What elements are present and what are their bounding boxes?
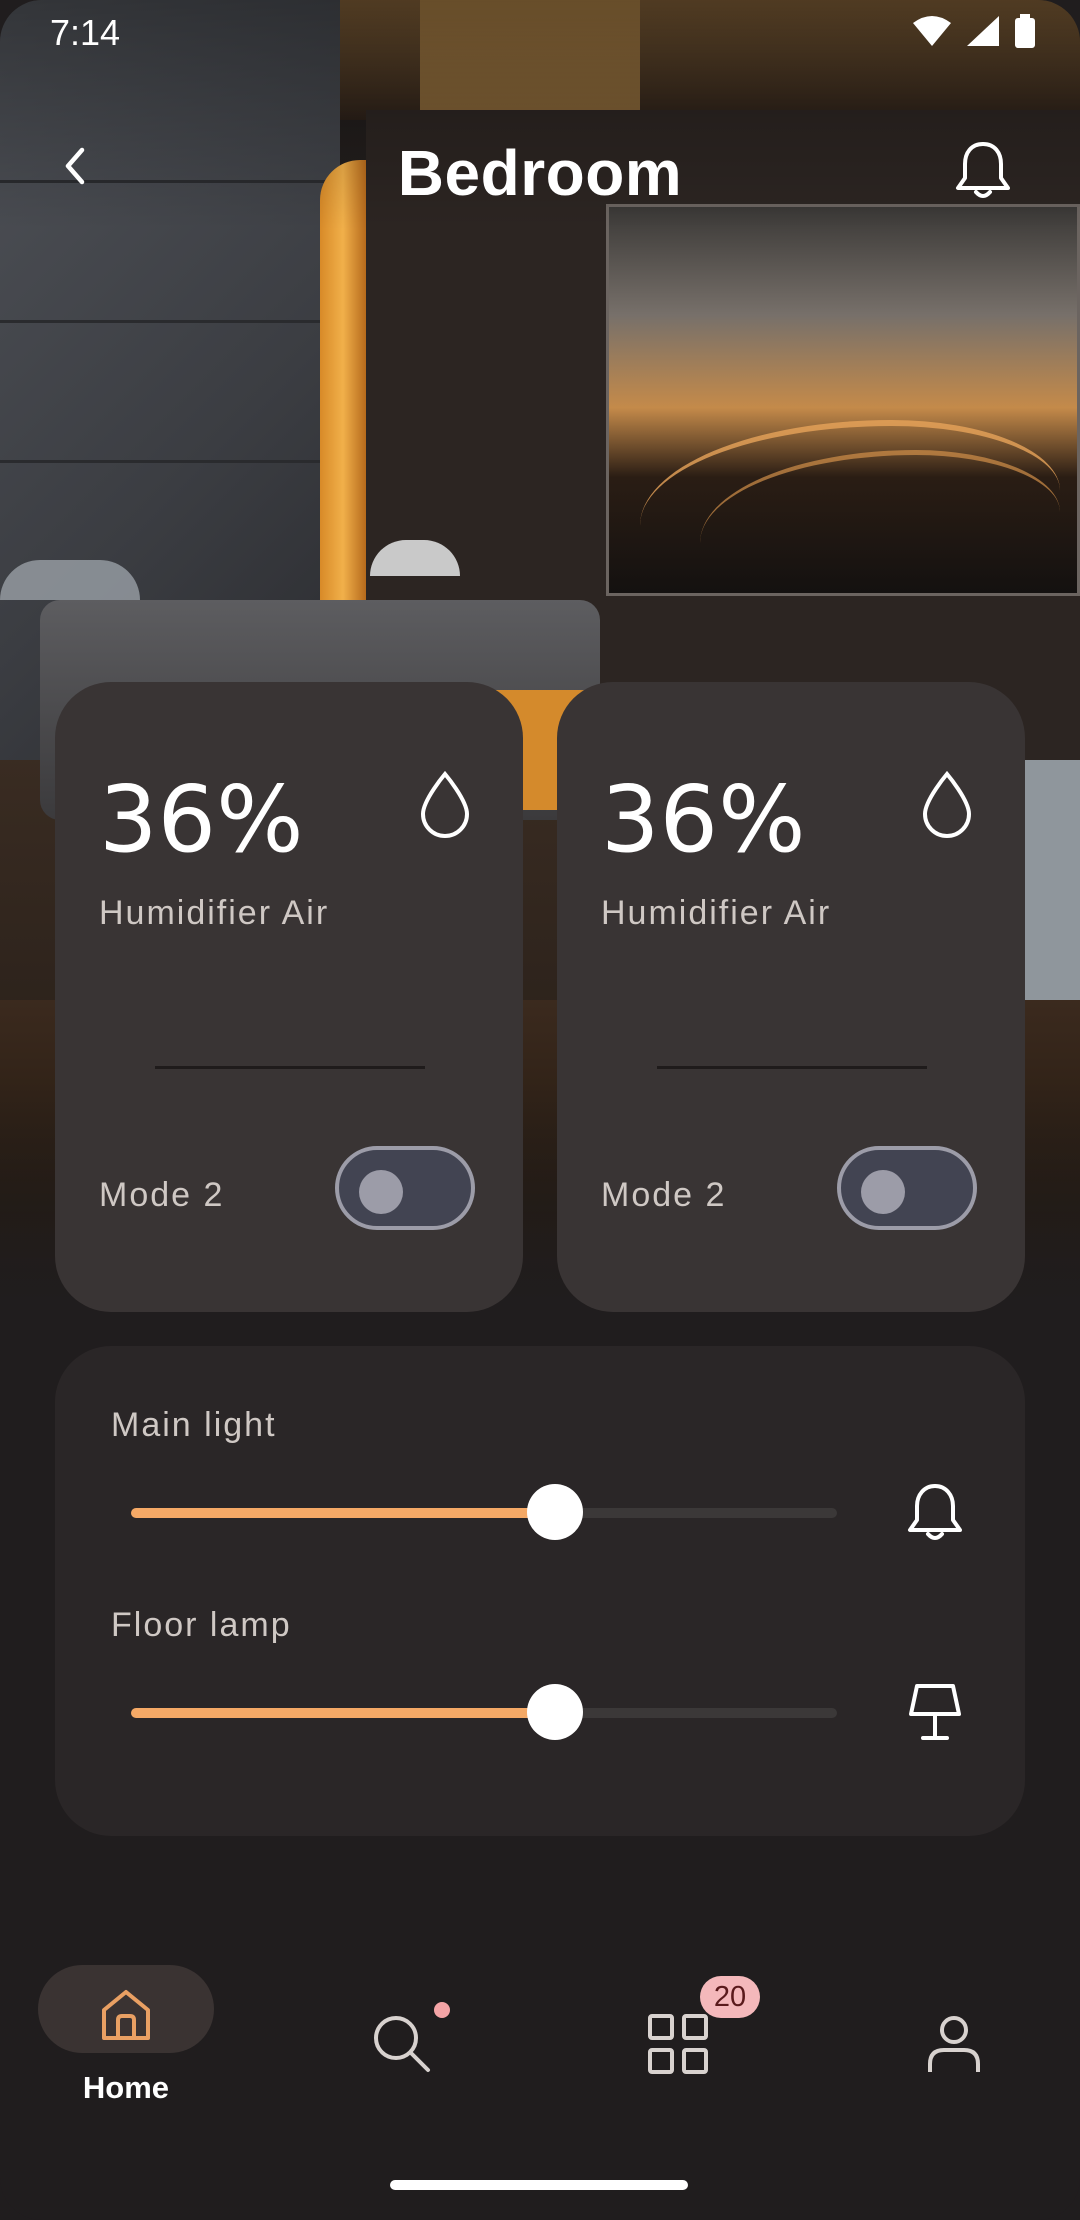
main-light-slider[interactable]	[131, 1484, 837, 1540]
humidifier-card[interactable]: 36% Humidifier Air Mode 2	[55, 682, 523, 1312]
wall-panel-line	[0, 460, 340, 463]
floor-lamp-slider[interactable]	[131, 1684, 837, 1740]
cell-signal-icon	[967, 16, 999, 46]
mode-label: Mode 2	[601, 1176, 727, 1214]
gesture-bar[interactable]	[390, 2180, 688, 2190]
bottom-nav: Home 20	[0, 1956, 1080, 2116]
wall-panel-line	[0, 320, 340, 323]
floor-lamp-label: Floor lamp	[111, 1606, 292, 1644]
count-badge: 20	[700, 1976, 760, 2018]
slider-thumb[interactable]	[526, 1484, 583, 1540]
battery-icon	[1015, 14, 1035, 48]
droplet-icon	[922, 770, 972, 838]
mode-toggle[interactable]	[335, 1146, 475, 1230]
slider-fill	[131, 1508, 555, 1518]
desk-lamp	[0, 560, 140, 600]
grid-icon[interactable]	[646, 2012, 710, 2076]
mode-label: Mode 2	[99, 1176, 225, 1214]
toggle-knob	[359, 1170, 403, 1214]
home-icon[interactable]	[96, 1984, 156, 2044]
divider	[155, 1066, 425, 1069]
divider	[657, 1066, 927, 1069]
bell-icon[interactable]	[952, 138, 1014, 202]
humidity-value: 36%	[601, 766, 806, 873]
nav-label-home[interactable]: Home	[38, 2070, 214, 2106]
humidifier-card[interactable]: 36% Humidifier Air Mode 2	[557, 682, 1025, 1312]
toggle-knob	[861, 1170, 905, 1214]
main-light-label: Main light	[111, 1406, 277, 1444]
status-bar: 7:14	[0, 0, 1080, 66]
profile-icon[interactable]	[922, 2012, 986, 2076]
wifi-icon	[913, 16, 951, 46]
mode-toggle[interactable]	[837, 1146, 977, 1230]
slider-fill	[131, 1708, 555, 1718]
page-title: Bedroom	[397, 137, 683, 209]
lights-panel: Main light Floor lamp	[55, 1346, 1025, 1836]
slider-thumb[interactable]	[526, 1684, 583, 1740]
status-icons	[912, 14, 1036, 48]
notification-dot	[434, 2002, 450, 2018]
droplet-icon	[420, 770, 470, 838]
device-name: Humidifier Air	[601, 894, 832, 932]
device-name: Humidifier Air	[99, 894, 330, 932]
lamp-icon[interactable]	[903, 1680, 967, 1744]
screen: 7:14 Bedroom 36% Humidifier Air Mode 2 3…	[0, 0, 1080, 2220]
bell-icon[interactable]	[903, 1480, 967, 1544]
status-time: 7:14	[50, 12, 121, 53]
humidity-value: 36%	[99, 766, 304, 873]
search-icon[interactable]	[370, 2012, 434, 2076]
